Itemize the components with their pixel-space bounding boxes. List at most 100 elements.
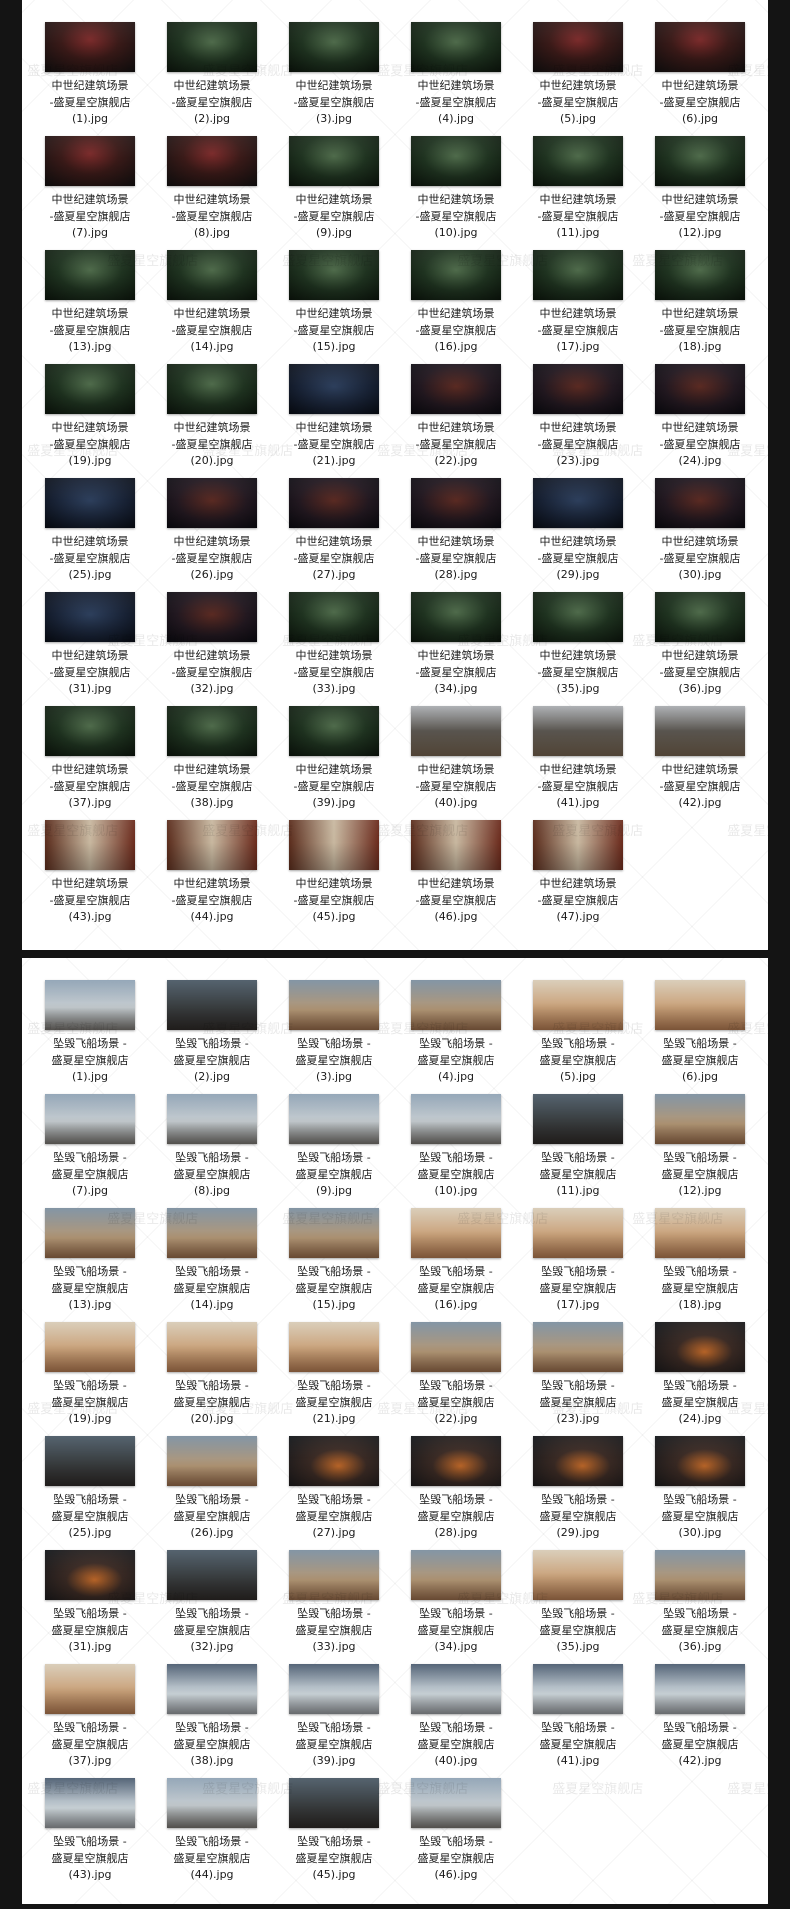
file-item[interactable]: 坠毁飞船场景 - 盛夏星空旗舰店 (13).jpg bbox=[29, 1208, 151, 1314]
file-item[interactable]: 坠毁飞船场景 - 盛夏星空旗舰店 (5).jpg bbox=[517, 980, 639, 1086]
file-thumbnail[interactable] bbox=[533, 136, 623, 186]
file-thumbnail[interactable] bbox=[45, 1664, 135, 1714]
file-thumbnail[interactable] bbox=[289, 1208, 379, 1258]
file-item[interactable]: 坠毁飞船场景 - 盛夏星空旗舰店 (6).jpg bbox=[639, 980, 761, 1086]
file-item[interactable]: 中世纪建筑场景 -盛夏星空旗舰店 (26).jpg bbox=[151, 478, 273, 584]
file-item[interactable]: 坠毁飞船场景 - 盛夏星空旗舰店 (39).jpg bbox=[273, 1664, 395, 1770]
file-thumbnail[interactable] bbox=[289, 820, 379, 870]
file-item[interactable]: 坠毁飞船场景 - 盛夏星空旗舰店 (16).jpg bbox=[395, 1208, 517, 1314]
file-item[interactable]: 坠毁飞船场景 - 盛夏星空旗舰店 (8).jpg bbox=[151, 1094, 273, 1200]
file-item[interactable]: 中世纪建筑场景 -盛夏星空旗舰店 (44).jpg bbox=[151, 820, 273, 926]
file-item[interactable]: 坠毁飞船场景 - 盛夏星空旗舰店 (10).jpg bbox=[395, 1094, 517, 1200]
file-thumbnail[interactable] bbox=[411, 592, 501, 642]
file-thumbnail[interactable] bbox=[45, 1436, 135, 1486]
file-thumbnail[interactable] bbox=[655, 250, 745, 300]
file-thumbnail[interactable] bbox=[167, 1208, 257, 1258]
file-item[interactable]: 中世纪建筑场景 -盛夏星空旗舰店 (12).jpg bbox=[639, 136, 761, 242]
file-item[interactable]: 中世纪建筑场景 -盛夏星空旗舰店 (35).jpg bbox=[517, 592, 639, 698]
file-thumbnail[interactable] bbox=[167, 22, 257, 72]
file-thumbnail[interactable] bbox=[289, 1322, 379, 1372]
file-item[interactable]: 坠毁飞船场景 - 盛夏星空旗舰店 (37).jpg bbox=[29, 1664, 151, 1770]
file-thumbnail[interactable] bbox=[411, 1664, 501, 1714]
file-item[interactable]: 中世纪建筑场景 -盛夏星空旗舰店 (6).jpg bbox=[639, 22, 761, 128]
file-thumbnail[interactable] bbox=[655, 1664, 745, 1714]
file-item[interactable]: 中世纪建筑场景 -盛夏星空旗舰店 (31).jpg bbox=[29, 592, 151, 698]
file-thumbnail[interactable] bbox=[289, 706, 379, 756]
file-item[interactable]: 中世纪建筑场景 -盛夏星空旗舰店 (45).jpg bbox=[273, 820, 395, 926]
file-item[interactable]: 中世纪建筑场景 -盛夏星空旗舰店 (3).jpg bbox=[273, 22, 395, 128]
file-item[interactable]: 坠毁飞船场景 - 盛夏星空旗舰店 (24).jpg bbox=[639, 1322, 761, 1428]
file-item[interactable]: 坠毁飞船场景 - 盛夏星空旗舰店 (31).jpg bbox=[29, 1550, 151, 1656]
file-thumbnail[interactable] bbox=[45, 1094, 135, 1144]
file-thumbnail[interactable] bbox=[655, 136, 745, 186]
file-item[interactable]: 坠毁飞船场景 - 盛夏星空旗舰店 (18).jpg bbox=[639, 1208, 761, 1314]
file-thumbnail[interactable] bbox=[167, 250, 257, 300]
file-item[interactable]: 中世纪建筑场景 -盛夏星空旗舰店 (30).jpg bbox=[639, 478, 761, 584]
file-item[interactable]: 中世纪建筑场景 -盛夏星空旗舰店 (15).jpg bbox=[273, 250, 395, 356]
file-item[interactable]: 中世纪建筑场景 -盛夏星空旗舰店 (4).jpg bbox=[395, 22, 517, 128]
file-thumbnail[interactable] bbox=[655, 980, 745, 1030]
file-thumbnail[interactable] bbox=[45, 1550, 135, 1600]
file-thumbnail[interactable] bbox=[533, 22, 623, 72]
file-item[interactable]: 坠毁飞船场景 - 盛夏星空旗舰店 (46).jpg bbox=[395, 1778, 517, 1884]
file-thumbnail[interactable] bbox=[45, 820, 135, 870]
file-item[interactable]: 中世纪建筑场景 -盛夏星空旗舰店 (10).jpg bbox=[395, 136, 517, 242]
file-thumbnail[interactable] bbox=[655, 1322, 745, 1372]
file-item[interactable]: 中世纪建筑场景 -盛夏星空旗舰店 (18).jpg bbox=[639, 250, 761, 356]
file-item[interactable]: 中世纪建筑场景 -盛夏星空旗舰店 (25).jpg bbox=[29, 478, 151, 584]
file-thumbnail[interactable] bbox=[411, 364, 501, 414]
file-item[interactable]: 中世纪建筑场景 -盛夏星空旗舰店 (34).jpg bbox=[395, 592, 517, 698]
file-item[interactable]: 中世纪建筑场景 -盛夏星空旗舰店 (24).jpg bbox=[639, 364, 761, 470]
file-thumbnail[interactable] bbox=[167, 980, 257, 1030]
file-item[interactable]: 中世纪建筑场景 -盛夏星空旗舰店 (40).jpg bbox=[395, 706, 517, 812]
file-thumbnail[interactable] bbox=[655, 592, 745, 642]
file-thumbnail[interactable] bbox=[167, 478, 257, 528]
file-thumbnail[interactable] bbox=[533, 1322, 623, 1372]
file-item[interactable]: 坠毁飞船场景 - 盛夏星空旗舰店 (35).jpg bbox=[517, 1550, 639, 1656]
file-thumbnail[interactable] bbox=[289, 478, 379, 528]
file-thumbnail[interactable] bbox=[289, 980, 379, 1030]
file-thumbnail[interactable] bbox=[411, 820, 501, 870]
file-thumbnail[interactable] bbox=[289, 1094, 379, 1144]
file-item[interactable]: 中世纪建筑场景 -盛夏星空旗舰店 (38).jpg bbox=[151, 706, 273, 812]
file-thumbnail[interactable] bbox=[533, 592, 623, 642]
file-item[interactable]: 坠毁飞船场景 - 盛夏星空旗舰店 (17).jpg bbox=[517, 1208, 639, 1314]
file-thumbnail[interactable] bbox=[533, 820, 623, 870]
file-item[interactable]: 中世纪建筑场景 -盛夏星空旗舰店 (37).jpg bbox=[29, 706, 151, 812]
file-thumbnail[interactable] bbox=[45, 980, 135, 1030]
file-thumbnail[interactable] bbox=[167, 1550, 257, 1600]
file-item[interactable]: 坠毁飞船场景 - 盛夏星空旗舰店 (32).jpg bbox=[151, 1550, 273, 1656]
file-item[interactable]: 坠毁飞船场景 - 盛夏星空旗舰店 (45).jpg bbox=[273, 1778, 395, 1884]
file-thumbnail[interactable] bbox=[533, 706, 623, 756]
file-item[interactable]: 中世纪建筑场景 -盛夏星空旗舰店 (47).jpg bbox=[517, 820, 639, 926]
file-thumbnail[interactable] bbox=[289, 136, 379, 186]
file-item[interactable]: 坠毁飞船场景 - 盛夏星空旗舰店 (4).jpg bbox=[395, 980, 517, 1086]
file-item[interactable]: 坠毁飞船场景 - 盛夏星空旗舰店 (43).jpg bbox=[29, 1778, 151, 1884]
file-item[interactable]: 坠毁飞船场景 - 盛夏星空旗舰店 (20).jpg bbox=[151, 1322, 273, 1428]
file-thumbnail[interactable] bbox=[289, 22, 379, 72]
file-thumbnail[interactable] bbox=[533, 980, 623, 1030]
file-thumbnail[interactable] bbox=[45, 478, 135, 528]
file-thumbnail[interactable] bbox=[167, 136, 257, 186]
file-thumbnail[interactable] bbox=[45, 1208, 135, 1258]
file-thumbnail[interactable] bbox=[45, 592, 135, 642]
file-thumbnail[interactable] bbox=[45, 1322, 135, 1372]
file-thumbnail[interactable] bbox=[655, 1208, 745, 1258]
file-thumbnail[interactable] bbox=[533, 1436, 623, 1486]
file-item[interactable]: 中世纪建筑场景 -盛夏星空旗舰店 (36).jpg bbox=[639, 592, 761, 698]
file-item[interactable]: 坠毁飞船场景 - 盛夏星空旗舰店 (30).jpg bbox=[639, 1436, 761, 1542]
file-item[interactable]: 坠毁飞船场景 - 盛夏星空旗舰店 (40).jpg bbox=[395, 1664, 517, 1770]
file-item[interactable]: 中世纪建筑场景 -盛夏星空旗舰店 (46).jpg bbox=[395, 820, 517, 926]
file-item[interactable]: 中世纪建筑场景 -盛夏星空旗舰店 (29).jpg bbox=[517, 478, 639, 584]
file-item[interactable]: 坠毁飞船场景 - 盛夏星空旗舰店 (41).jpg bbox=[517, 1664, 639, 1770]
file-item[interactable]: 中世纪建筑场景 -盛夏星空旗舰店 (41).jpg bbox=[517, 706, 639, 812]
file-thumbnail[interactable] bbox=[411, 136, 501, 186]
file-item[interactable]: 中世纪建筑场景 -盛夏星空旗舰店 (2).jpg bbox=[151, 22, 273, 128]
file-item[interactable]: 坠毁飞船场景 - 盛夏星空旗舰店 (15).jpg bbox=[273, 1208, 395, 1314]
file-thumbnail[interactable] bbox=[411, 22, 501, 72]
file-thumbnail[interactable] bbox=[533, 478, 623, 528]
file-item[interactable]: 坠毁飞船场景 - 盛夏星空旗舰店 (21).jpg bbox=[273, 1322, 395, 1428]
file-thumbnail[interactable] bbox=[411, 250, 501, 300]
file-thumbnail[interactable] bbox=[655, 22, 745, 72]
file-item[interactable]: 中世纪建筑场景 -盛夏星空旗舰店 (14).jpg bbox=[151, 250, 273, 356]
